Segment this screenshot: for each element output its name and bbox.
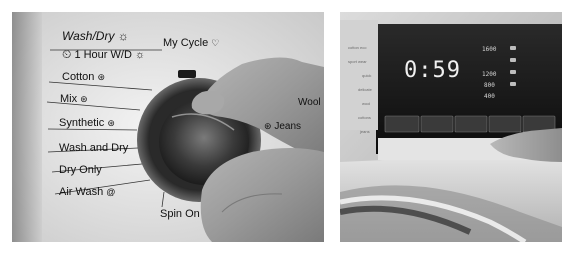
label-spin-on: Spin On	[160, 208, 200, 220]
menu-wool: wool	[362, 101, 371, 106]
spiral-icon: @	[106, 187, 116, 197]
spin-speed-800: 800	[484, 82, 495, 89]
shirt-icon: ⊛	[107, 118, 115, 128]
shirt-icon: ⊛	[264, 121, 272, 131]
shirt-icon: ⊛	[97, 72, 106, 82]
label-air-wash: Air Wash @	[59, 186, 116, 198]
menu-sport-wear: sport wear	[348, 59, 367, 64]
clock-icon: ⏲	[62, 47, 72, 61]
touch-keys[interactable]	[384, 115, 556, 133]
label-my-cycle: My Cycle ♡	[163, 37, 220, 49]
label-wash-and-dry: Wash and Dry	[59, 142, 129, 154]
menu-jeans: jeans	[360, 129, 370, 134]
display-photo: cotton eco sport wear quick delicate woo…	[340, 12, 562, 242]
menu-cottons: cottons	[358, 115, 371, 120]
spin-speed-1200: 1200	[482, 71, 497, 78]
label-jeans: ⊛ Jeans	[264, 121, 302, 132]
menu-quick: quick	[362, 73, 372, 78]
shirt-icon: ⊛	[80, 94, 88, 104]
label-synthetic: Synthetic ⊛	[59, 117, 115, 129]
label-wool: Wool	[298, 97, 321, 108]
label-cotton: Cotton ⊛	[62, 71, 106, 83]
dial-photo: Wash/Dry ☼ ⏲ 1 Hour W/D ☼ My Cycle ♡ Cot…	[12, 12, 324, 242]
time-readout: 0:59	[404, 58, 461, 83]
display-photo-scene	[340, 12, 562, 242]
selector-marker	[178, 70, 196, 78]
menu-delicate: delicate	[358, 87, 372, 92]
label-mix: Mix ⊛	[60, 93, 88, 105]
spin-speed-400: 400	[484, 93, 495, 100]
label-1-hour-wd: ⏲ 1 Hour W/D ☼	[62, 47, 146, 61]
sun-icon: ☼	[117, 29, 129, 43]
spin-speed-1600: 1600	[482, 46, 497, 53]
label-dry-only: Dry Only	[59, 164, 102, 176]
heart-icon: ♡	[211, 38, 220, 48]
sun-icon: ☼	[134, 49, 146, 61]
menu-cotton-eco: cotton eco	[348, 45, 367, 50]
label-wash-dry: Wash/Dry ☼	[62, 29, 129, 43]
